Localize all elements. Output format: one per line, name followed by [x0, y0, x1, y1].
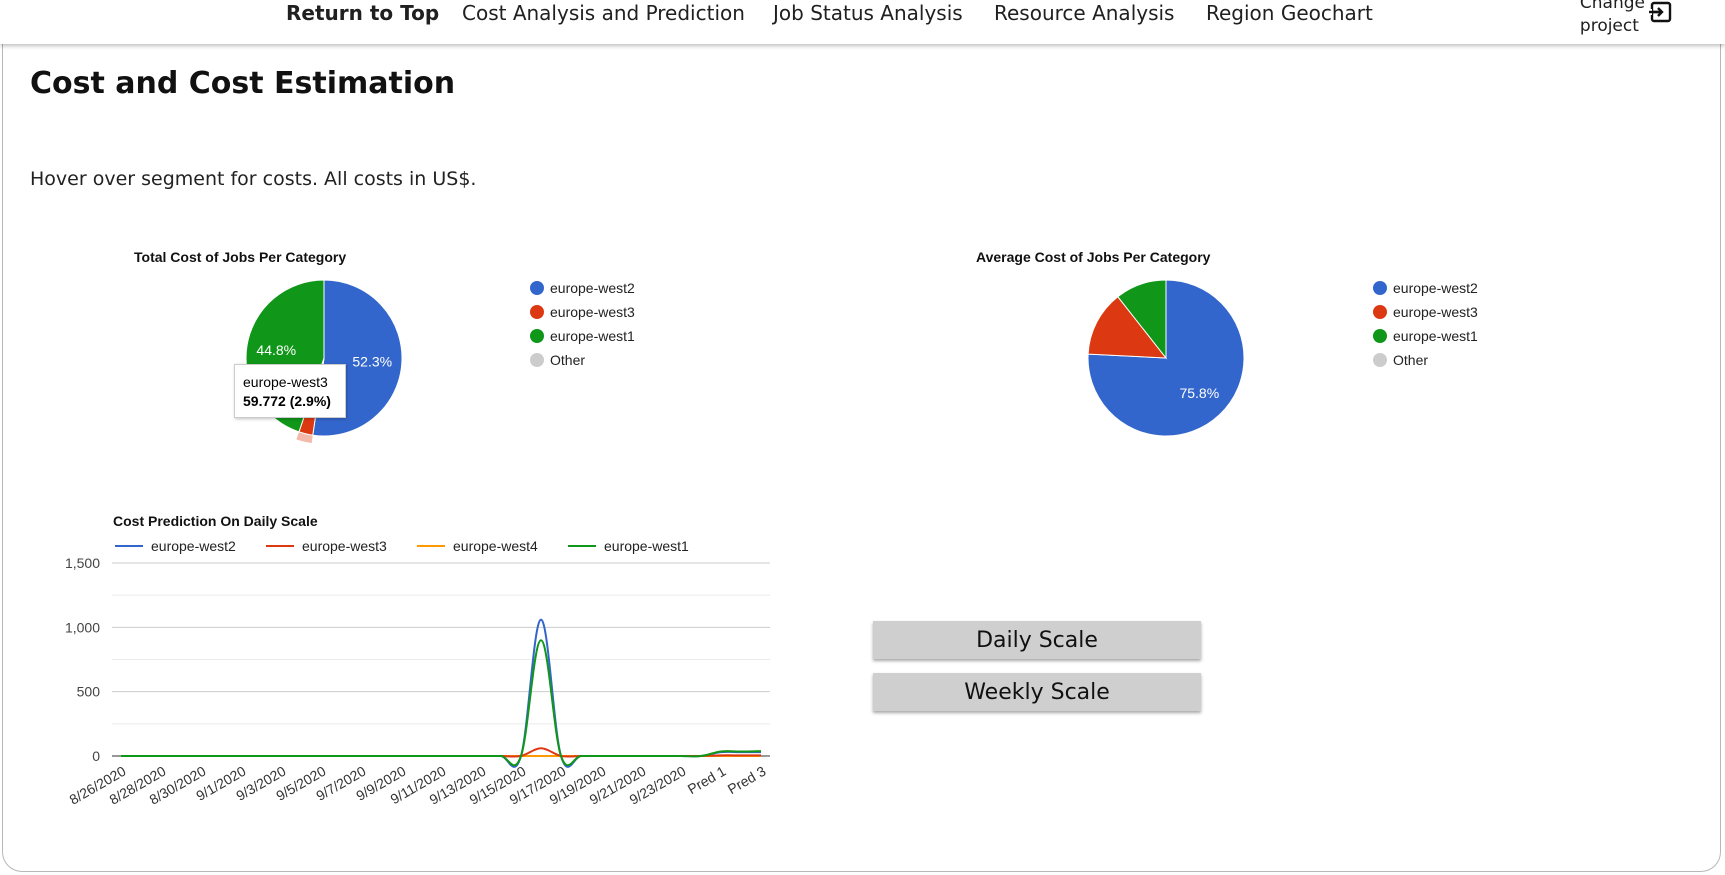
- nav-return-to-top[interactable]: Return to Top: [286, 0, 439, 26]
- average-cost-pie-chart[interactable]: 75.8%: [1066, 258, 1266, 458]
- nav-job-status-analysis[interactable]: Job Status Analysis: [773, 0, 963, 26]
- top-navigation: Return to Top Cost Analysis and Predicti…: [0, 0, 1725, 44]
- legend-swatch-europe-west2: [530, 281, 544, 295]
- legend-label-europe-west2: europe-west2: [1393, 280, 1478, 296]
- legend-label-europe-west3: europe-west3: [302, 538, 387, 554]
- tooltip-label: europe-west3: [243, 374, 328, 390]
- nav-region-geochart[interactable]: Region Geochart: [1206, 0, 1373, 26]
- tooltip-value: 59.772 (2.9%): [243, 393, 331, 409]
- legend-label-europe-west1: europe-west1: [604, 538, 689, 554]
- series-line-europe-west1[interactable]: [121, 639, 762, 767]
- x-tick-label: Pred 3: [725, 763, 769, 798]
- change-project-label-line1: Change: [1579, 0, 1645, 13]
- legend-label-europe-west2: europe-west2: [550, 280, 635, 296]
- change-project-label-line2: project: [1579, 16, 1639, 36]
- cost-prediction-chart-title: Cost Prediction On Daily Scale: [113, 513, 318, 529]
- legend-label-Other: Other: [1393, 352, 1428, 368]
- page-title: Cost and Cost Estimation: [30, 66, 456, 101]
- legend-label-europe-west1: europe-west1: [550, 328, 635, 344]
- cost-prediction-line-chart[interactable]: 05001,0001,5008/26/20208/28/20208/30/202…: [40, 530, 840, 830]
- daily-scale-button[interactable]: Daily Scale: [873, 621, 1201, 659]
- legend-label-Other: Other: [550, 352, 585, 368]
- y-tick-label: 0: [92, 748, 100, 764]
- legend-swatch-europe-west3: [530, 305, 544, 319]
- legend-label-europe-west2: europe-west2: [151, 538, 236, 554]
- nav-cost-analysis[interactable]: Cost Analysis and Prediction: [462, 0, 745, 26]
- legend-swatch-europe-west2: [1373, 281, 1387, 295]
- legend-swatch-europe-west3: [1373, 305, 1387, 319]
- legend-label-europe-west4: europe-west4: [453, 538, 538, 554]
- average-cost-legend: europe-west2 europe-west3 europe-west1 Othe…: [1373, 280, 1478, 368]
- pie-tooltip: europe-west3 59.772 (2.9%): [234, 364, 346, 418]
- pie-slice-label-europe-west2: 75.8%: [1179, 385, 1219, 401]
- exit-icon[interactable]: [1649, 0, 1673, 24]
- y-tick-label: 500: [77, 684, 101, 700]
- nav-resource-analysis[interactable]: Resource Analysis: [994, 0, 1174, 26]
- weekly-scale-button[interactable]: Weekly Scale: [873, 673, 1201, 711]
- x-tick-label: Pred 1: [685, 763, 729, 798]
- legend-swatch-Other: [530, 353, 544, 367]
- legend-swatch-europe-west1: [1373, 329, 1387, 343]
- legend-swatch-Other: [1373, 353, 1387, 367]
- total-cost-pie-chart[interactable]: 52.3% 44.8%: [224, 258, 424, 458]
- page-description: Hover over segment for costs. All costs …: [30, 168, 477, 190]
- pie-slice-label-europe-west2: 52.3%: [352, 353, 392, 369]
- series-line-europe-west2[interactable]: [121, 618, 761, 768]
- y-tick-label: 1,500: [65, 555, 100, 571]
- legend-label-europe-west3: europe-west3: [550, 304, 635, 320]
- legend-label-europe-west3: europe-west3: [1393, 304, 1478, 320]
- legend-label-europe-west1: europe-west1: [1393, 328, 1478, 344]
- legend-swatch-europe-west1: [530, 329, 544, 343]
- total-cost-legend: europe-west2 europe-west3 europe-west1 Othe…: [530, 280, 635, 368]
- change-project-link[interactable]: Change project: [1580, 0, 1645, 38]
- y-tick-label: 1,000: [65, 619, 100, 635]
- pie-slice-label-europe-west1: 44.8%: [256, 342, 296, 358]
